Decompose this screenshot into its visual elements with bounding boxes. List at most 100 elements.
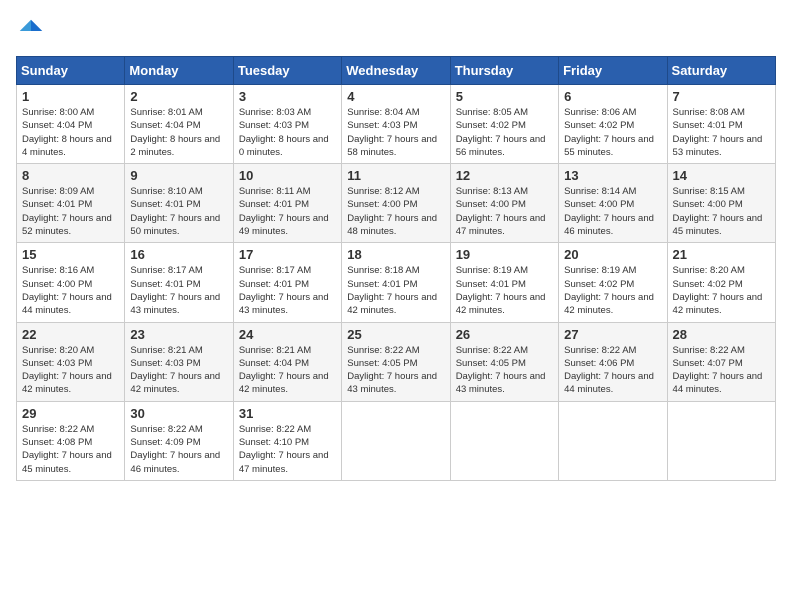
day-info: Sunrise: 8:21 AMSunset: 4:04 PMDaylight:…	[239, 345, 329, 396]
day-number: 23	[130, 327, 227, 342]
day-header-saturday: Saturday	[667, 57, 775, 85]
day-info: Sunrise: 8:04 AMSunset: 4:03 PMDaylight:…	[347, 107, 437, 158]
day-info: Sunrise: 8:20 AMSunset: 4:02 PMDaylight:…	[673, 265, 763, 316]
day-info: Sunrise: 8:16 AMSunset: 4:00 PMDaylight:…	[22, 265, 112, 316]
day-info: Sunrise: 8:22 AMSunset: 4:05 PMDaylight:…	[456, 345, 546, 396]
logo-icon	[16, 16, 46, 46]
day-number: 24	[239, 327, 336, 342]
day-number: 11	[347, 168, 444, 183]
calendar-cell: 29 Sunrise: 8:22 AMSunset: 4:08 PMDaylig…	[17, 401, 125, 480]
day-number: 4	[347, 89, 444, 104]
calendar-cell: 20 Sunrise: 8:19 AMSunset: 4:02 PMDaylig…	[559, 243, 667, 322]
calendar-cell: 3 Sunrise: 8:03 AMSunset: 4:03 PMDayligh…	[233, 85, 341, 164]
day-number: 18	[347, 247, 444, 262]
day-number: 3	[239, 89, 336, 104]
calendar-cell: 12 Sunrise: 8:13 AMSunset: 4:00 PMDaylig…	[450, 164, 558, 243]
day-number: 16	[130, 247, 227, 262]
calendar-cell	[559, 401, 667, 480]
day-header-sunday: Sunday	[17, 57, 125, 85]
day-header-wednesday: Wednesday	[342, 57, 450, 85]
day-number: 25	[347, 327, 444, 342]
calendar-cell: 27 Sunrise: 8:22 AMSunset: 4:06 PMDaylig…	[559, 322, 667, 401]
day-header-tuesday: Tuesday	[233, 57, 341, 85]
calendar-cell	[667, 401, 775, 480]
day-number: 17	[239, 247, 336, 262]
calendar-cell: 26 Sunrise: 8:22 AMSunset: 4:05 PMDaylig…	[450, 322, 558, 401]
day-info: Sunrise: 8:22 AMSunset: 4:08 PMDaylight:…	[22, 424, 112, 475]
calendar-cell: 15 Sunrise: 8:16 AMSunset: 4:00 PMDaylig…	[17, 243, 125, 322]
day-number: 2	[130, 89, 227, 104]
day-header-thursday: Thursday	[450, 57, 558, 85]
day-info: Sunrise: 8:15 AMSunset: 4:00 PMDaylight:…	[673, 186, 763, 237]
day-info: Sunrise: 8:21 AMSunset: 4:03 PMDaylight:…	[130, 345, 220, 396]
day-info: Sunrise: 8:09 AMSunset: 4:01 PMDaylight:…	[22, 186, 112, 237]
calendar-cell: 8 Sunrise: 8:09 AMSunset: 4:01 PMDayligh…	[17, 164, 125, 243]
day-number: 29	[22, 406, 119, 421]
calendar-cell: 14 Sunrise: 8:15 AMSunset: 4:00 PMDaylig…	[667, 164, 775, 243]
calendar-header-row: SundayMondayTuesdayWednesdayThursdayFrid…	[17, 57, 776, 85]
day-number: 21	[673, 247, 770, 262]
day-info: Sunrise: 8:13 AMSunset: 4:00 PMDaylight:…	[456, 186, 546, 237]
day-info: Sunrise: 8:12 AMSunset: 4:00 PMDaylight:…	[347, 186, 437, 237]
calendar-cell: 18 Sunrise: 8:18 AMSunset: 4:01 PMDaylig…	[342, 243, 450, 322]
day-number: 31	[239, 406, 336, 421]
day-number: 20	[564, 247, 661, 262]
day-number: 9	[130, 168, 227, 183]
calendar-cell	[450, 401, 558, 480]
calendar-cell: 7 Sunrise: 8:08 AMSunset: 4:01 PMDayligh…	[667, 85, 775, 164]
day-header-monday: Monday	[125, 57, 233, 85]
day-info: Sunrise: 8:00 AMSunset: 4:04 PMDaylight:…	[22, 107, 112, 158]
day-info: Sunrise: 8:10 AMSunset: 4:01 PMDaylight:…	[130, 186, 220, 237]
day-info: Sunrise: 8:22 AMSunset: 4:05 PMDaylight:…	[347, 345, 437, 396]
day-info: Sunrise: 8:03 AMSunset: 4:03 PMDaylight:…	[239, 107, 329, 158]
day-number: 27	[564, 327, 661, 342]
calendar-week-5: 29 Sunrise: 8:22 AMSunset: 4:08 PMDaylig…	[17, 401, 776, 480]
calendar-cell: 19 Sunrise: 8:19 AMSunset: 4:01 PMDaylig…	[450, 243, 558, 322]
day-info: Sunrise: 8:17 AMSunset: 4:01 PMDaylight:…	[239, 265, 329, 316]
day-info: Sunrise: 8:01 AMSunset: 4:04 PMDaylight:…	[130, 107, 220, 158]
day-number: 28	[673, 327, 770, 342]
calendar-cell: 17 Sunrise: 8:17 AMSunset: 4:01 PMDaylig…	[233, 243, 341, 322]
day-number: 1	[22, 89, 119, 104]
logo	[16, 16, 50, 46]
day-number: 30	[130, 406, 227, 421]
day-number: 19	[456, 247, 553, 262]
day-number: 14	[673, 168, 770, 183]
calendar-cell: 4 Sunrise: 8:04 AMSunset: 4:03 PMDayligh…	[342, 85, 450, 164]
calendar-cell: 21 Sunrise: 8:20 AMSunset: 4:02 PMDaylig…	[667, 243, 775, 322]
day-info: Sunrise: 8:08 AMSunset: 4:01 PMDaylight:…	[673, 107, 763, 158]
calendar-week-4: 22 Sunrise: 8:20 AMSunset: 4:03 PMDaylig…	[17, 322, 776, 401]
calendar-week-2: 8 Sunrise: 8:09 AMSunset: 4:01 PMDayligh…	[17, 164, 776, 243]
day-number: 5	[456, 89, 553, 104]
day-number: 15	[22, 247, 119, 262]
day-info: Sunrise: 8:22 AMSunset: 4:10 PMDaylight:…	[239, 424, 329, 475]
calendar-cell: 31 Sunrise: 8:22 AMSunset: 4:10 PMDaylig…	[233, 401, 341, 480]
calendar-cell: 23 Sunrise: 8:21 AMSunset: 4:03 PMDaylig…	[125, 322, 233, 401]
day-info: Sunrise: 8:14 AMSunset: 4:00 PMDaylight:…	[564, 186, 654, 237]
calendar-table: SundayMondayTuesdayWednesdayThursdayFrid…	[16, 56, 776, 481]
calendar-cell	[342, 401, 450, 480]
calendar-cell: 13 Sunrise: 8:14 AMSunset: 4:00 PMDaylig…	[559, 164, 667, 243]
calendar-week-1: 1 Sunrise: 8:00 AMSunset: 4:04 PMDayligh…	[17, 85, 776, 164]
day-info: Sunrise: 8:22 AMSunset: 4:06 PMDaylight:…	[564, 345, 654, 396]
calendar-cell: 11 Sunrise: 8:12 AMSunset: 4:00 PMDaylig…	[342, 164, 450, 243]
day-info: Sunrise: 8:06 AMSunset: 4:02 PMDaylight:…	[564, 107, 654, 158]
calendar-cell: 5 Sunrise: 8:05 AMSunset: 4:02 PMDayligh…	[450, 85, 558, 164]
calendar-cell: 24 Sunrise: 8:21 AMSunset: 4:04 PMDaylig…	[233, 322, 341, 401]
calendar-week-3: 15 Sunrise: 8:16 AMSunset: 4:00 PMDaylig…	[17, 243, 776, 322]
day-number: 13	[564, 168, 661, 183]
day-number: 7	[673, 89, 770, 104]
day-info: Sunrise: 8:19 AMSunset: 4:01 PMDaylight:…	[456, 265, 546, 316]
day-info: Sunrise: 8:22 AMSunset: 4:07 PMDaylight:…	[673, 345, 763, 396]
header	[16, 16, 776, 46]
day-number: 8	[22, 168, 119, 183]
day-number: 26	[456, 327, 553, 342]
day-info: Sunrise: 8:17 AMSunset: 4:01 PMDaylight:…	[130, 265, 220, 316]
calendar-cell: 9 Sunrise: 8:10 AMSunset: 4:01 PMDayligh…	[125, 164, 233, 243]
day-number: 10	[239, 168, 336, 183]
day-number: 12	[456, 168, 553, 183]
calendar-cell: 25 Sunrise: 8:22 AMSunset: 4:05 PMDaylig…	[342, 322, 450, 401]
day-info: Sunrise: 8:19 AMSunset: 4:02 PMDaylight:…	[564, 265, 654, 316]
day-number: 6	[564, 89, 661, 104]
day-info: Sunrise: 8:22 AMSunset: 4:09 PMDaylight:…	[130, 424, 220, 475]
